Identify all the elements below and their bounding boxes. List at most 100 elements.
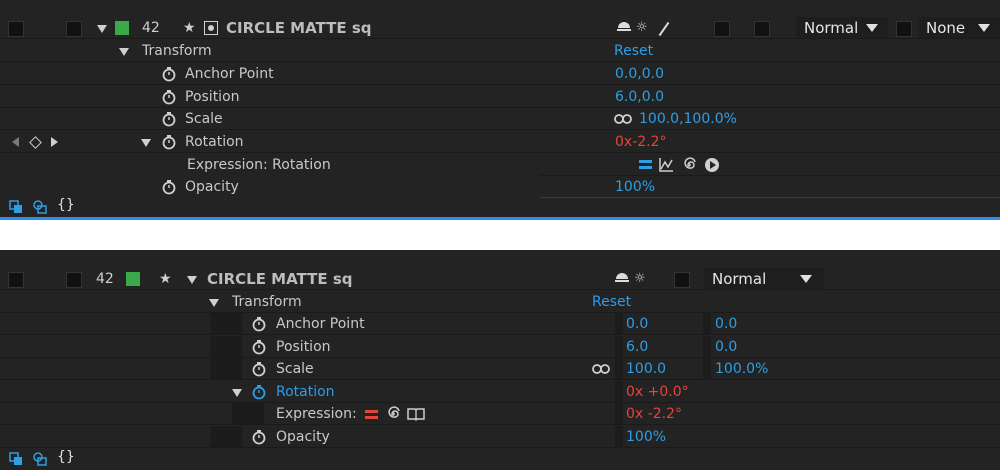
keyframe-diamond-icon[interactable] — [29, 136, 42, 149]
preserve-transparency-switch[interactable] — [896, 21, 912, 37]
graph-icon[interactable] — [658, 157, 674, 173]
property-value[interactable]: 100% — [626, 426, 666, 448]
mode-value: Normal — [804, 19, 859, 37]
collapse-icon[interactable]: ☼ — [636, 17, 648, 39]
motion-blur-switch[interactable] — [754, 21, 770, 37]
braces-icon[interactable]: {} — [57, 449, 75, 465]
star-icon[interactable]: ★ — [183, 17, 196, 39]
enable-expression-icon[interactable] — [365, 410, 378, 420]
stopwatch-icon[interactable] — [161, 111, 177, 127]
transfer-controls-icon[interactable] — [33, 200, 47, 214]
property-row-scale[interactable]: Scale 100.0,100.0% — [0, 108, 1000, 130]
expression-label: Expression: Rotation — [187, 157, 331, 173]
braces-icon[interactable]: {} — [57, 197, 75, 213]
language-reference-icon[interactable] — [407, 406, 425, 422]
timeline-footer: {} — [0, 197, 1000, 217]
stopwatch-icon[interactable] — [161, 179, 177, 195]
property-value[interactable]: 0.0,0.0 — [615, 63, 664, 85]
stopwatch-icon[interactable] — [251, 316, 267, 332]
property-row-rotation[interactable]: Rotation 0x +0.0° — [0, 381, 1000, 403]
property-value[interactable]: 6.0,0.0 — [615, 86, 664, 108]
layer-type-icon — [204, 21, 218, 35]
label-color-swatch[interactable] — [126, 272, 140, 286]
property-value[interactable]: 100.0,100.0% — [639, 108, 737, 130]
layer-name[interactable]: CIRCLE MATTE sq — [207, 268, 353, 290]
pickwhip-icon[interactable] — [681, 157, 697, 173]
property-row-position[interactable]: Position 6.0,0.0 — [0, 86, 1000, 108]
layer-switches-icon[interactable] — [9, 200, 23, 214]
label-color-swatch[interactable] — [115, 21, 129, 35]
property-row-opacity[interactable]: Opacity 100% — [0, 426, 1000, 448]
shy-icon[interactable] — [617, 22, 631, 32]
property-value[interactable]: 0x +0.0° — [626, 381, 689, 403]
transform-group-row[interactable]: Transform Reset — [0, 40, 1000, 62]
reset-link[interactable]: Reset — [592, 291, 631, 313]
property-row-anchor-point[interactable]: Anchor Point 0.0 0.0 — [0, 313, 1000, 335]
expression-row[interactable]: Expression: Rotation — [0, 154, 1000, 176]
property-value[interactable]: 100% — [615, 176, 655, 198]
property-row-opacity[interactable]: Opacity 100% — [0, 176, 1000, 198]
stopwatch-icon[interactable] — [251, 361, 267, 377]
transfer-controls-icon[interactable] — [33, 452, 47, 466]
lock-switch[interactable] — [66, 272, 82, 288]
quality-icon[interactable] — [658, 21, 670, 37]
stopwatch-icon[interactable] — [161, 89, 177, 105]
lock-switch[interactable] — [66, 21, 82, 37]
stopwatch-icon[interactable] — [251, 339, 267, 355]
property-name: Scale — [185, 111, 223, 127]
shy-icon[interactable] — [615, 273, 629, 283]
twirl-down-icon[interactable] — [209, 299, 219, 307]
property-row-position[interactable]: Position 6.0 0.0 — [0, 336, 1000, 358]
twirl-down-icon[interactable] — [97, 25, 107, 33]
property-row-anchor-point[interactable]: Anchor Point 0.0,0.0 — [0, 63, 1000, 85]
trkmat-dropdown[interactable]: None — [918, 17, 1000, 39]
property-value-y[interactable]: 0.0 — [715, 336, 737, 358]
expression-row[interactable]: Expression: 0x -2.2° — [0, 403, 1000, 425]
property-value-x[interactable]: 100.0 — [626, 358, 666, 380]
property-value-x[interactable]: 0.0 — [626, 313, 648, 335]
layer-row[interactable]: 42 ★ CIRCLE MATTE sq ☼ Normal None — [0, 17, 1000, 39]
transform-label: Transform — [142, 43, 212, 59]
property-row-scale[interactable]: Scale 100.0 100.0% — [0, 358, 1000, 380]
stopwatch-icon[interactable] — [251, 384, 267, 400]
selection-highlight — [0, 217, 1000, 220]
enable-expression-icon[interactable] — [639, 160, 652, 170]
property-value[interactable]: 0x-2.2° — [615, 131, 667, 153]
property-name: Position — [185, 89, 240, 105]
stopwatch-icon[interactable] — [161, 66, 177, 82]
video-switch[interactable] — [8, 272, 24, 288]
property-value-y[interactable]: 100.0% — [715, 358, 768, 380]
reset-link[interactable]: Reset — [614, 40, 653, 62]
layer-switches-icon[interactable] — [9, 452, 23, 466]
star-icon[interactable]: ★ — [159, 268, 172, 290]
language-menu-icon[interactable] — [704, 157, 720, 173]
property-name: Opacity — [276, 429, 330, 445]
property-row-rotation[interactable]: Rotation 0x-2.2° — [0, 131, 1000, 153]
mode-dropdown[interactable]: Normal — [796, 17, 888, 39]
twirl-down-icon[interactable] — [141, 139, 151, 147]
layer-row[interactable]: 42 ★ CIRCLE MATTE sq ☼ Normal — [0, 268, 1000, 290]
twirl-down-icon[interactable] — [119, 48, 129, 56]
timeline-footer: {} — [0, 448, 1000, 470]
expression-result-value[interactable]: 0x -2.2° — [626, 403, 682, 425]
layer-name[interactable]: CIRCLE MATTE sq — [226, 17, 372, 39]
video-switch[interactable] — [8, 21, 24, 37]
stopwatch-icon[interactable] — [161, 134, 177, 150]
pickwhip-icon[interactable] — [385, 406, 401, 422]
collapse-icon[interactable]: ☼ — [634, 268, 646, 290]
twirl-down-icon[interactable] — [187, 276, 197, 284]
property-value-y[interactable]: 0.0 — [715, 313, 737, 335]
constrain-proportions-link-icon[interactable] — [592, 364, 610, 374]
stopwatch-icon[interactable] — [251, 429, 267, 445]
constrain-proportions-link-icon[interactable] — [614, 114, 632, 124]
transform-label: Transform — [232, 294, 302, 310]
fx-switch[interactable] — [674, 272, 690, 288]
property-name: Anchor Point — [276, 316, 365, 332]
transform-group-row[interactable]: Transform Reset — [0, 291, 1000, 313]
fx-switch[interactable] — [714, 21, 730, 37]
property-value-x[interactable]: 6.0 — [626, 336, 648, 358]
mode-dropdown[interactable]: Normal — [704, 268, 824, 290]
twirl-down-icon[interactable] — [232, 389, 242, 397]
next-keyframe-icon[interactable] — [51, 137, 58, 147]
previous-keyframe-icon[interactable] — [12, 137, 19, 147]
